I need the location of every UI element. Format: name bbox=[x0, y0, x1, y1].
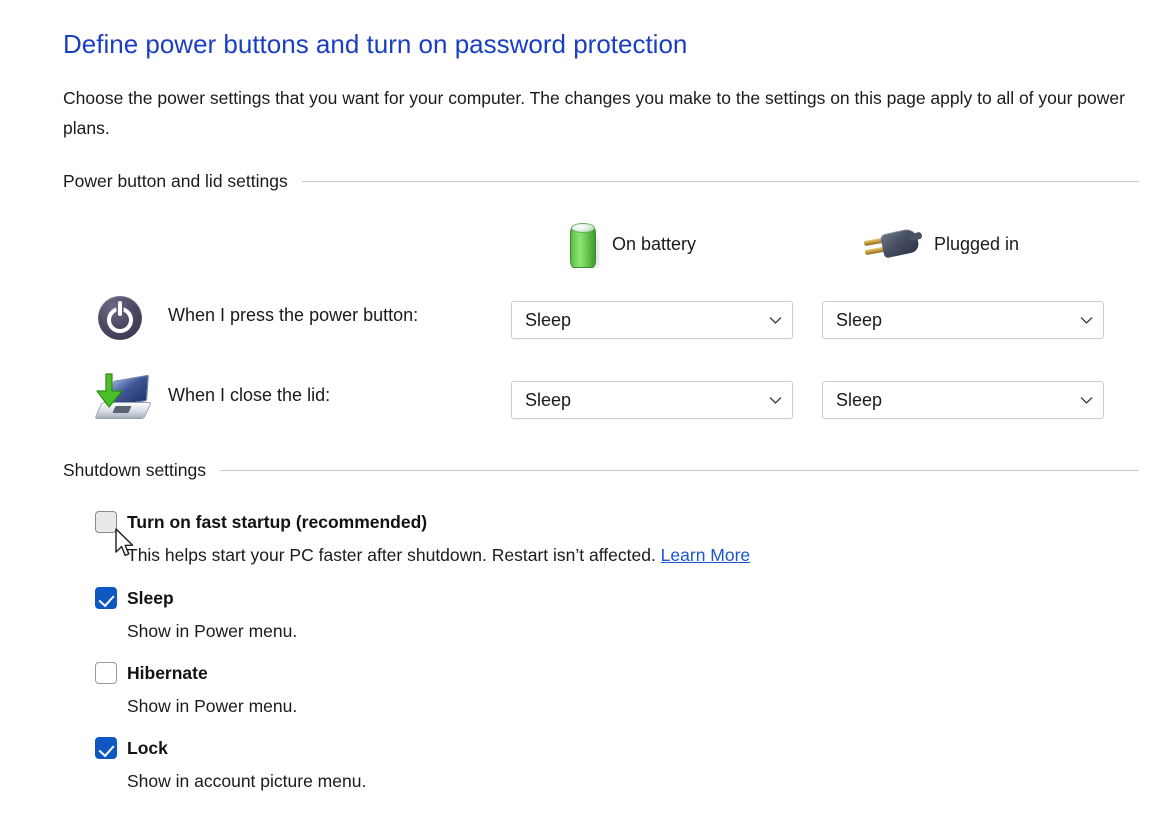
shutdown-option-hibernate-title: Hibernate bbox=[127, 663, 208, 683]
shutdown-option-fast-startup: Turn on fast startup (recommended) This … bbox=[95, 510, 1139, 568]
setting-row-close-lid: When I close the lid: Sleep Sleep bbox=[63, 370, 1139, 430]
checkbox-hibernate[interactable] bbox=[95, 662, 117, 684]
shutdown-option-lock: Lock Show in account picture menu. bbox=[95, 736, 1139, 794]
chevron-down-icon bbox=[758, 316, 792, 325]
power-button-on-battery-dropdown[interactable]: Sleep bbox=[511, 301, 793, 339]
setting-row-power-button: When I press the power button: Sleep Sle… bbox=[63, 290, 1139, 350]
shutdown-option-fast-startup-description: This helps start your PC faster after sh… bbox=[127, 542, 1139, 568]
shutdown-option-sleep: Sleep Show in Power menu. bbox=[95, 586, 1139, 644]
power-button-icon bbox=[92, 290, 150, 348]
laptop-lid-icon bbox=[92, 370, 152, 428]
group-header-shutdown: Shutdown settings bbox=[63, 457, 1139, 483]
group-divider bbox=[220, 469, 1139, 471]
shutdown-option-sleep-title: Sleep bbox=[127, 588, 174, 608]
chevron-down-icon bbox=[758, 396, 792, 405]
group-header-power-lid: Power button and lid settings bbox=[63, 168, 1139, 194]
battery-icon bbox=[568, 218, 599, 270]
checkbox-sleep[interactable] bbox=[95, 587, 117, 609]
shutdown-option-fast-startup-title: Turn on fast startup (recommended) bbox=[127, 512, 428, 532]
group-header-shutdown-label: Shutdown settings bbox=[63, 459, 207, 480]
checkbox-fast-startup[interactable] bbox=[95, 511, 117, 533]
chevron-down-icon bbox=[1069, 396, 1103, 405]
power-button-on-battery-value: Sleep bbox=[525, 309, 572, 330]
column-header-on-battery-label: On battery bbox=[612, 233, 697, 254]
column-header-plugged-in-label: Plugged in bbox=[934, 233, 1020, 254]
fast-startup-description-text: This helps start your PC faster after sh… bbox=[127, 545, 661, 565]
column-header-plugged-in: Plugged in bbox=[862, 218, 1019, 270]
group-divider bbox=[301, 180, 1139, 182]
page-description: Choose the power settings that you want … bbox=[63, 88, 1125, 138]
power-button-plugged-in-value: Sleep bbox=[836, 309, 883, 330]
column-header-on-battery: On battery bbox=[568, 218, 696, 270]
chevron-down-icon bbox=[1069, 316, 1103, 325]
power-button-plugged-in-dropdown[interactable]: Sleep bbox=[822, 301, 1104, 339]
setting-label-power-button: When I press the power button: bbox=[168, 305, 419, 325]
learn-more-link[interactable]: Learn More bbox=[661, 545, 751, 565]
shutdown-option-lock-description: Show in account picture menu. bbox=[127, 771, 367, 791]
power-plug-icon bbox=[862, 224, 923, 264]
checkbox-lock[interactable] bbox=[95, 737, 117, 759]
group-header-power-lid-label: Power button and lid settings bbox=[63, 170, 288, 191]
shutdown-option-lock-title: Lock bbox=[127, 738, 168, 758]
close-lid-plugged-in-value: Sleep bbox=[836, 389, 883, 410]
shutdown-option-hibernate: Hibernate Show in Power menu. bbox=[95, 661, 1139, 719]
close-lid-plugged-in-dropdown[interactable]: Sleep bbox=[822, 381, 1104, 419]
close-lid-on-battery-dropdown[interactable]: Sleep bbox=[511, 381, 793, 419]
shutdown-option-sleep-description: Show in Power menu. bbox=[127, 621, 298, 641]
close-lid-on-battery-value: Sleep bbox=[525, 389, 572, 410]
shutdown-option-hibernate-description: Show in Power menu. bbox=[127, 696, 298, 716]
page-title: Define power buttons and turn on passwor… bbox=[63, 29, 688, 59]
setting-label-close-lid: When I close the lid: bbox=[168, 385, 331, 405]
